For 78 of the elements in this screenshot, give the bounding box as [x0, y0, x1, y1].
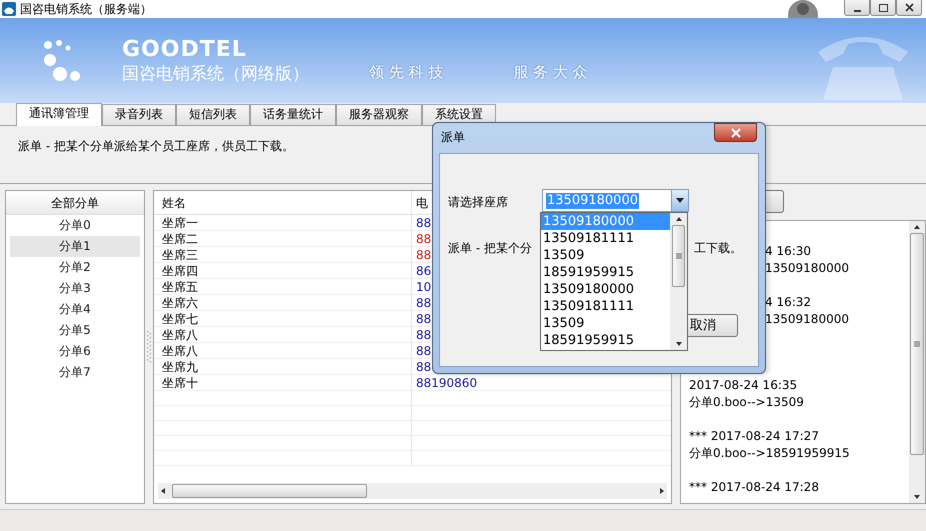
- close-button[interactable]: [714, 123, 757, 142]
- vertical-scrollbar[interactable]: [909, 221, 925, 503]
- table-cell: 88: [416, 296, 432, 310]
- tab[interactable]: 服务器观察: [336, 104, 422, 125]
- dropdown-option[interactable]: 13509: [541, 247, 670, 264]
- log-line: 分单0.boo-->18591959915: [689, 446, 850, 460]
- dropdown-option[interactable]: 18591959915: [541, 332, 670, 349]
- table-cell: 88: [416, 328, 432, 342]
- maximize-icon: [876, 2, 890, 13]
- vertical-scrollbar[interactable]: [670, 213, 687, 350]
- description-text: 派单 - 把某个分: [448, 240, 532, 256]
- column-header: 姓名: [162, 196, 186, 210]
- close-icon: [902, 2, 916, 13]
- table-cell: 88: [416, 344, 432, 358]
- list-item[interactable]: 分单5: [10, 320, 140, 341]
- table-cell: 88190860: [416, 376, 478, 390]
- banner-slogan: 领 先 科 技: [369, 64, 444, 80]
- logo-text: GOODTEL: [122, 36, 248, 62]
- table-cell: 88: [416, 248, 432, 262]
- table-cell: 86: [416, 264, 432, 278]
- dropdown-caret-icon[interactable]: [671, 190, 688, 211]
- log-line: 13509180000: [765, 312, 849, 326]
- tab[interactable]: 短信列表: [176, 104, 250, 125]
- table-cell: 88: [416, 216, 432, 230]
- list-item[interactable]: 分单7: [10, 362, 140, 383]
- table-cell: 坐席十: [162, 376, 198, 390]
- column-header: 电: [416, 196, 428, 210]
- description-text: 工下载。: [694, 240, 742, 256]
- log-line: 13509180000: [765, 261, 849, 275]
- table-cell: 坐席四: [162, 264, 198, 278]
- tab[interactable]: 话务量统计: [250, 104, 336, 125]
- dropdown-option[interactable]: 13509181111: [541, 230, 670, 247]
- product-name: 国咨电销系统（网络版）: [122, 62, 309, 84]
- log-line: 分单0.boo-->13509: [689, 395, 804, 409]
- list-item[interactable]: 分单1: [10, 236, 140, 257]
- dropdown-option[interactable]: 13509181111: [541, 298, 670, 315]
- tab[interactable]: 录音列表: [102, 104, 176, 125]
- list-item[interactable]: 分单3: [10, 278, 140, 299]
- table-cell: 88: [416, 360, 432, 374]
- field-label: 请选择座席: [448, 194, 508, 210]
- log-line: 4 16:32: [765, 295, 812, 309]
- description-text: 派单 - 把某个分单派给某个员工座席，供员工下载。: [18, 139, 294, 153]
- banner-slogan: 服 务 大 众: [513, 64, 588, 80]
- list-item[interactable]: 分单0: [10, 215, 140, 236]
- list-item[interactable]: 分单6: [10, 341, 140, 362]
- log-line: 4 16:30: [765, 244, 812, 258]
- close-button[interactable]: [896, 0, 922, 16]
- table-cell: 坐席七: [162, 312, 198, 326]
- table-cell: 坐席三: [162, 248, 198, 262]
- dialog-title: 派单: [441, 129, 465, 145]
- minimize-button[interactable]: [844, 0, 870, 16]
- grip-icon: [676, 253, 682, 259]
- dropdown-option[interactable]: 18591959915: [541, 264, 670, 281]
- list-item[interactable]: 分单4: [10, 299, 140, 320]
- table-cell: 坐席八: [162, 344, 198, 358]
- window-title: 国咨电销系统（服务端）: [20, 1, 152, 17]
- minimize-icon: [854, 10, 860, 12]
- table-cell: 坐席二: [162, 232, 198, 246]
- maximize-button[interactable]: [870, 0, 896, 16]
- table-cell: 坐席五: [162, 280, 198, 294]
- table-cell: 坐席六: [162, 296, 198, 310]
- log-line: *** 2017-08-24 17:28: [689, 480, 819, 494]
- grip-icon: [914, 341, 920, 347]
- dropdown-option[interactable]: 13509180000: [541, 281, 670, 298]
- log-line: *** 2017-08-24 17:27: [689, 429, 819, 443]
- table-cell: 88: [416, 232, 432, 246]
- log-line: 2017-08-24 16:35: [689, 378, 798, 392]
- list-item[interactable]: 分单2: [10, 257, 140, 278]
- tab[interactable]: 通讯簿管理: [16, 103, 102, 126]
- table-cell: 坐席一: [162, 216, 198, 230]
- table-cell: 88: [416, 312, 432, 326]
- table-cell: 坐席八: [162, 328, 198, 342]
- dropdown-option[interactable]: 13509: [541, 315, 670, 332]
- table-cell: 坐席九: [162, 360, 198, 374]
- table-cell: 10: [416, 280, 432, 294]
- splitter-grip-icon[interactable]: [147, 331, 151, 363]
- close-icon: [730, 128, 742, 138]
- horizontal-scrollbar[interactable]: [158, 483, 667, 499]
